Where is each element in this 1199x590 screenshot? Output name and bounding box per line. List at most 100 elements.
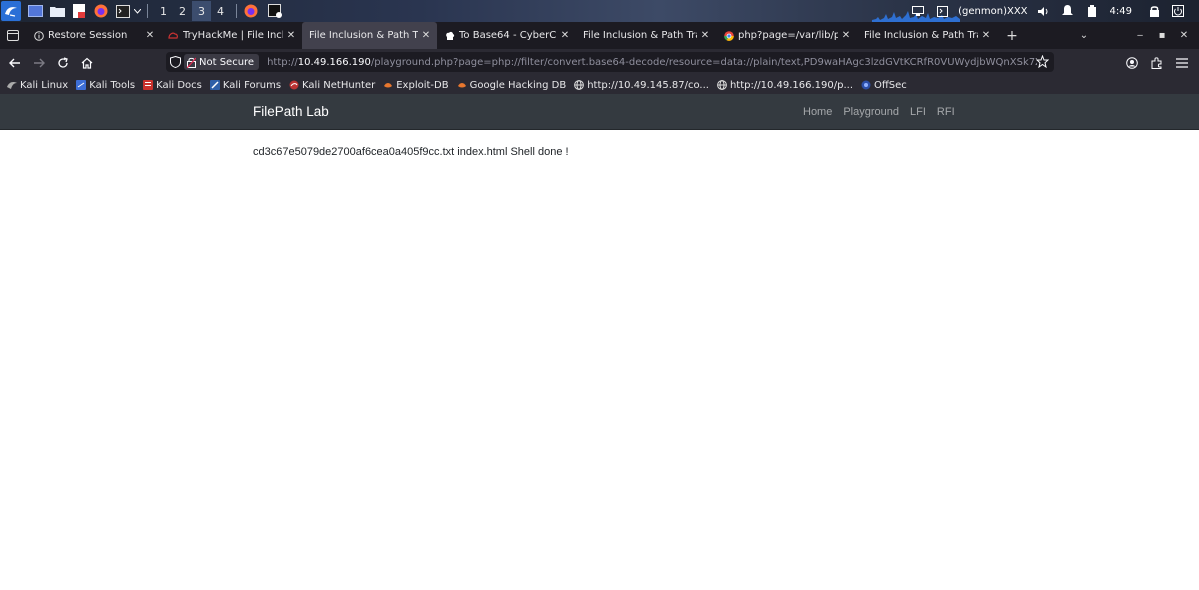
- exploitdb-icon: [383, 80, 393, 90]
- bookmark-url-1[interactable]: http://10.49.145.87/co...: [574, 80, 709, 91]
- tab-title: Restore Session: [48, 30, 128, 41]
- genmon-icon: [935, 4, 949, 18]
- hamburger-menu-icon[interactable]: [1170, 52, 1193, 74]
- reload-icon[interactable]: [52, 52, 74, 74]
- broken-lock-icon: [187, 57, 196, 68]
- url-text[interactable]: http://10.49.166.190/playground.php?page…: [267, 57, 1037, 68]
- tab-title: File Inclusion & Path Traversal: [864, 30, 978, 41]
- bookmark-kali-nethunter[interactable]: Kali NetHunter: [289, 80, 375, 91]
- workspace-2[interactable]: 2: [173, 1, 192, 21]
- info-icon: [33, 30, 44, 41]
- workspace-4[interactable]: 4: [211, 1, 230, 21]
- nav-link-playground[interactable]: Playground: [843, 106, 899, 118]
- tab-file-inclusion-active[interactable]: File Inclusion & Path Traversal ✕: [302, 22, 437, 49]
- bookmark-kali-docs[interactable]: Kali Docs: [143, 80, 202, 91]
- bookmark-exploit-db[interactable]: Exploit-DB: [383, 79, 449, 91]
- taskbar-divider: [147, 4, 148, 18]
- kali-forums-icon: [209, 80, 220, 90]
- not-secure-indicator[interactable]: Not Secure: [184, 54, 260, 70]
- tab-tryhackme[interactable]: TryHackMe | File Inclusion ✕: [161, 22, 302, 49]
- tab-title: php?page=/var/lib/php/sessions: [738, 30, 838, 41]
- close-tab-icon[interactable]: ✕: [981, 30, 991, 41]
- bookmark-kali-tools[interactable]: Kali Tools: [76, 80, 135, 91]
- notification-bell-icon[interactable]: [1061, 4, 1075, 18]
- chrome-icon: [723, 30, 734, 41]
- bookmark-label: Kali Linux: [20, 79, 69, 91]
- workspace-3[interactable]: 3: [192, 1, 211, 21]
- browser-tab-strip: Restore Session ✕ TryHackMe | File Inclu…: [0, 22, 1199, 49]
- firefox-view-icon[interactable]: [0, 22, 26, 49]
- volume-icon[interactable]: [1037, 4, 1051, 18]
- nav-link-rfi[interactable]: RFI: [937, 106, 955, 118]
- close-tab-icon[interactable]: ✕: [700, 30, 710, 41]
- display-icon[interactable]: [911, 4, 925, 18]
- kali-docs-icon: [143, 80, 154, 90]
- close-window-icon[interactable]: ✕: [1173, 30, 1195, 41]
- kali-tools-icon: [76, 80, 87, 90]
- tab-title: File Inclusion & Path Traversal: [309, 30, 418, 41]
- maximize-window-icon[interactable]: ▪: [1151, 30, 1173, 41]
- globe-icon: [574, 80, 585, 90]
- tab-php-page[interactable]: php?page=/var/lib/php/sessions ✕: [716, 22, 857, 49]
- browser-navbar: Not Secure http://10.49.166.190/playgrou…: [0, 49, 1199, 76]
- offsec-icon: [861, 80, 871, 90]
- url-host: 10.49.166.190: [297, 56, 371, 68]
- back-arrow-icon[interactable]: [4, 52, 26, 74]
- terminal-window-icon[interactable]: [267, 3, 283, 19]
- bookmark-offsec[interactable]: OffSec: [861, 80, 907, 91]
- battery-icon[interactable]: [1085, 4, 1099, 18]
- workspace-1[interactable]: 1: [154, 1, 173, 21]
- lock-screen-icon[interactable]: [1147, 4, 1161, 18]
- tab-file-inclusion-3[interactable]: File Inclusion & Path Traversal ✕: [857, 22, 997, 49]
- account-icon[interactable]: [1120, 52, 1143, 74]
- address-bar[interactable]: Not Secure http://10.49.166.190/playgrou…: [166, 52, 1054, 72]
- tracking-protection-shield-icon[interactable]: [166, 56, 184, 68]
- close-tab-icon[interactable]: ✕: [560, 30, 570, 41]
- minimize-window-icon[interactable]: ‒: [1129, 30, 1151, 41]
- bookmark-label: Google Hacking DB: [469, 79, 567, 91]
- kali-menu-icon[interactable]: [1, 1, 21, 21]
- tab-title: To Base64 - CyberChef: [459, 30, 557, 41]
- tab-restore-session[interactable]: Restore Session ✕: [26, 22, 161, 49]
- firefox-launcher-icon[interactable]: [93, 3, 109, 19]
- bookmarks-toolbar: Kali Linux Kali Tools Kali Docs Kali For…: [0, 76, 1199, 94]
- site-brand[interactable]: FilePath Lab: [253, 104, 329, 119]
- clock[interactable]: 4:49: [1110, 6, 1132, 17]
- extensions-icon[interactable]: [1145, 52, 1168, 74]
- command-output-text: cd3c67e5079de2700af6cea0a405f9cc.txt ind…: [253, 146, 569, 158]
- bookmark-url-2[interactable]: http://10.49.166.190/p...: [717, 80, 853, 91]
- new-tab-button[interactable]: +: [1003, 28, 1021, 44]
- firefox-window-icon[interactable]: [243, 3, 259, 19]
- nethunter-icon: [289, 80, 299, 90]
- kali-icon: [7, 80, 17, 90]
- close-tab-icon[interactable]: ✕: [286, 30, 296, 41]
- home-icon[interactable]: [76, 52, 98, 74]
- globe-icon: [717, 80, 727, 90]
- forward-arrow-icon[interactable]: [28, 52, 50, 74]
- close-tab-icon[interactable]: ✕: [421, 30, 431, 41]
- close-tab-icon[interactable]: ✕: [841, 30, 851, 41]
- tab-title: TryHackMe | File Inclusion: [183, 30, 283, 41]
- bookmark-star-icon[interactable]: [1035, 54, 1050, 69]
- bookmark-label: Exploit-DB: [396, 79, 449, 91]
- nav-link-lfi[interactable]: LFI: [910, 106, 926, 118]
- show-desktop-icon[interactable]: [27, 3, 43, 19]
- bookmark-google-hacking-db[interactable]: Google Hacking DB: [457, 79, 567, 91]
- nav-link-home[interactable]: Home: [803, 106, 832, 118]
- kali-taskbar: 1 2 3 4 (genmon)XXX 4:49: [0, 0, 1199, 22]
- chevron-down-icon[interactable]: [133, 3, 141, 19]
- site-nav-links: Home Playground LFI RFI: [803, 106, 966, 118]
- bookmark-label: http://10.49.145.87/co...: [587, 79, 709, 91]
- list-all-tabs-icon[interactable]: ⌄: [1073, 30, 1095, 41]
- text-editor-icon[interactable]: [71, 3, 87, 19]
- bookmark-kali-linux[interactable]: Kali Linux: [7, 80, 68, 91]
- tab-cyberchef[interactable]: To Base64 - CyberChef ✕: [437, 22, 576, 49]
- power-icon[interactable]: [1171, 4, 1185, 18]
- url-prefix: http://: [267, 56, 298, 68]
- terminal-launcher-icon[interactable]: [115, 3, 131, 19]
- close-tab-icon[interactable]: ✕: [145, 30, 155, 41]
- tab-file-inclusion-2[interactable]: File Inclusion & Path Traversal ✕: [576, 22, 716, 49]
- bookmark-label: Kali NetHunter: [302, 79, 376, 91]
- bookmark-kali-forums[interactable]: Kali Forums: [209, 80, 281, 91]
- file-manager-icon[interactable]: [49, 3, 65, 19]
